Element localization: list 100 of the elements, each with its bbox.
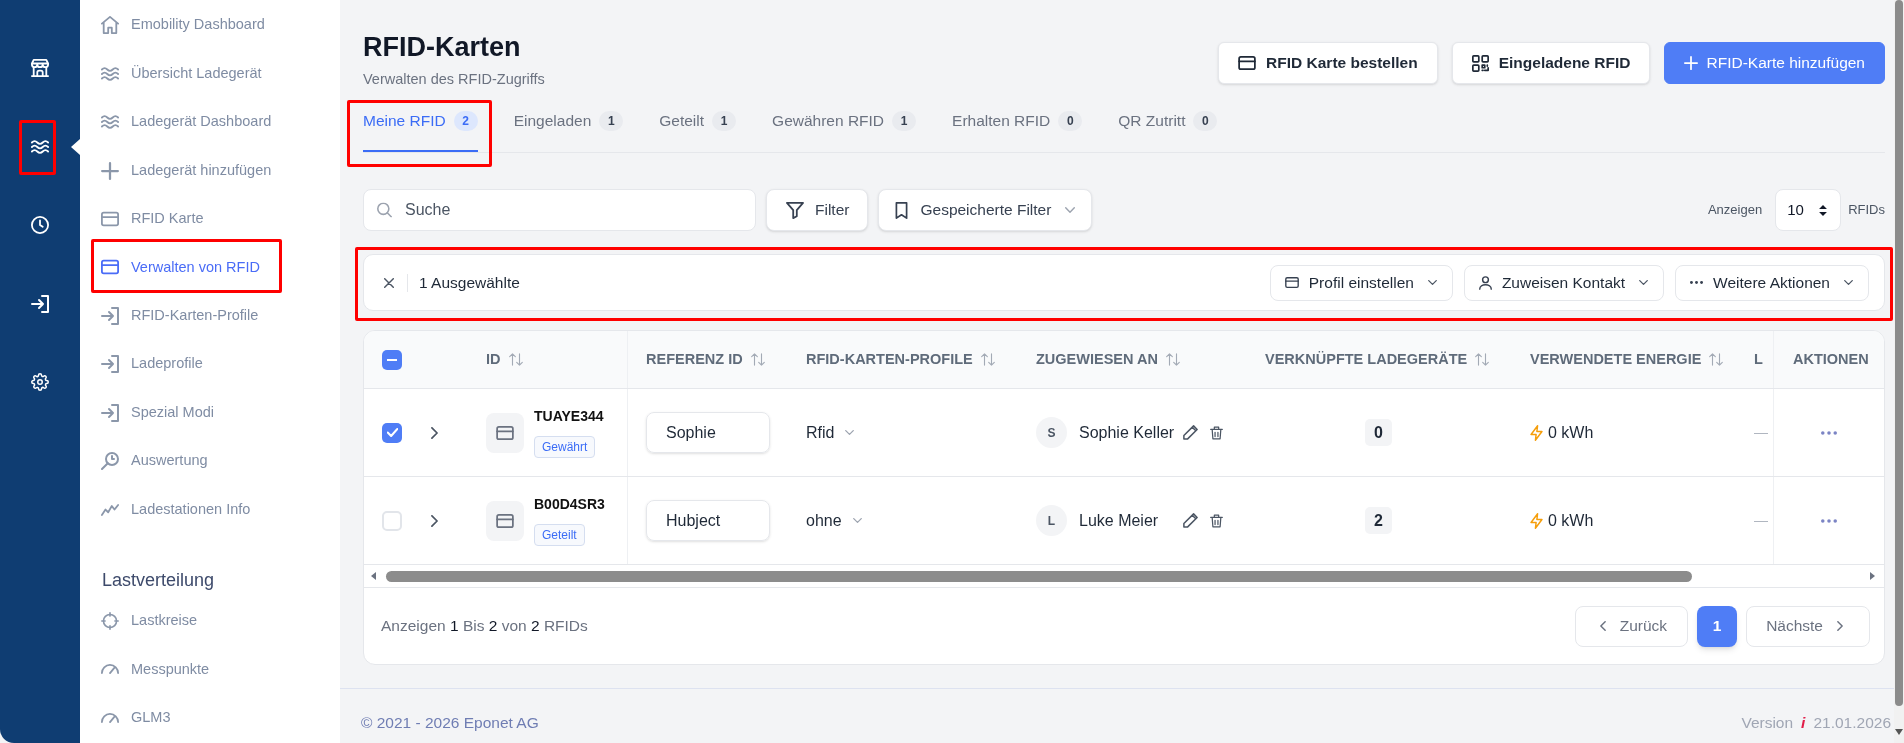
sidebar-item[interactable]: Auswertung — [100, 441, 320, 482]
dropdown-button[interactable]: Weitere Aktionen — [1675, 264, 1869, 301]
card-icon — [1284, 277, 1299, 288]
previous-button[interactable]: Zurück — [1574, 605, 1689, 647]
tab[interactable]: Gewähren RFID 1 — [772, 101, 917, 152]
linked-count: 2 — [1365, 507, 1392, 534]
selection-count: 1 Ausgewählte — [419, 272, 520, 293]
column-header: AKTIONEN — [1793, 349, 1869, 369]
page-size-label: Anzeigen — [1707, 201, 1763, 220]
energy-value: 0 kWh — [1548, 510, 1594, 531]
select-all-checkbox[interactable] — [382, 349, 402, 370]
column-header: ID — [486, 349, 501, 369]
page-scrollbar[interactable] — [1894, 0, 1904, 743]
page-title: RFID-Karten — [363, 31, 522, 64]
chevron-down-icon — [1427, 280, 1437, 285]
dropdown-button[interactable]: Zuweisen Kontakt — [1463, 264, 1665, 301]
scroll-left-icon[interactable] — [371, 572, 376, 580]
filter-button[interactable]: Filter — [766, 189, 869, 231]
enter-icon[interactable] — [31, 294, 49, 313]
enter-icon — [101, 355, 119, 374]
column-header: ZUGEWIESEN AN — [1036, 349, 1158, 369]
page-size-select[interactable]: 10 — [1775, 189, 1842, 231]
dots-icon — [1690, 281, 1704, 284]
profile-dropdown[interactable]: Rfid — [806, 420, 855, 445]
primary-button[interactable]: RFID-Karte hinzufügen — [1664, 42, 1885, 84]
tab[interactable]: Erhalten RFID 0 — [952, 101, 1083, 152]
pencil-icon[interactable] — [1183, 513, 1198, 528]
avatar: S — [1036, 417, 1067, 448]
section-heading: Lastverteilung — [101, 568, 216, 592]
profile-dropdown[interactable]: ohne — [806, 508, 862, 533]
scrollbar-thumb[interactable] — [386, 570, 1692, 582]
clock-icon[interactable] — [31, 216, 49, 235]
outline-button[interactable]: RFID Karte bestellen — [1218, 42, 1438, 84]
pagination-summary: Anzeigen 1 Bis 2 von 2 RFIDs — [381, 616, 588, 637]
column-header: RFID-KARTEN-PROFILE — [806, 349, 973, 369]
sidebar-item[interactable]: Ladegerät Dashboard — [100, 102, 320, 143]
outline-button[interactable]: Eingeladene RFID — [1451, 42, 1651, 84]
row-checkbox[interactable] — [382, 510, 402, 531]
sidebar-item[interactable]: Übersicht Ladegerät — [100, 53, 320, 94]
table-cell-text: — — [1754, 511, 1768, 530]
tab-count: 1 — [892, 110, 917, 131]
chevron-right-icon[interactable] — [431, 514, 438, 527]
reference-field[interactable]: Hubject — [646, 500, 770, 541]
sidebar-item[interactable]: Ladeprofile — [100, 344, 320, 385]
tab-count: 1 — [712, 110, 737, 131]
tab[interactable]: Geteilt 1 — [659, 101, 737, 152]
column-header: REFERENZ ID — [646, 349, 743, 369]
plus-icon — [101, 161, 119, 180]
sidebar-item[interactable]: Verwalten von RFID — [100, 247, 320, 288]
next-button[interactable]: Nächste — [1746, 605, 1870, 647]
avatar: L — [1036, 505, 1067, 536]
bookmark-icon — [895, 201, 909, 219]
sidebar-item[interactable]: Ladegerät hinzufügen — [100, 150, 320, 191]
sidebar-item[interactable]: Emobility Dashboard — [100, 5, 320, 46]
scroll-down-icon[interactable] — [1895, 729, 1903, 735]
tab[interactable]: Eingeladen 1 — [513, 101, 624, 152]
card-icon — [486, 500, 524, 541]
waves-icon — [101, 113, 119, 132]
more-icon[interactable] — [1821, 518, 1837, 523]
dropdown-button[interactable]: Profil einstellen — [1269, 264, 1453, 301]
info-mark: i — [1801, 713, 1806, 733]
table-cell-text: — — [1754, 423, 1768, 442]
close-icon[interactable] — [384, 277, 394, 288]
sidebar-item[interactable]: GLM3 — [100, 697, 320, 738]
card-icon — [101, 258, 119, 277]
tab[interactable]: Meine RFID 2 — [363, 101, 478, 152]
settings-icon[interactable] — [31, 373, 49, 392]
version-date: 21.01.2026 — [1813, 713, 1891, 733]
bolt-icon — [1530, 512, 1543, 529]
bolt-icon — [1530, 424, 1543, 441]
enter-icon — [101, 306, 119, 325]
column-header: VERKNÜPFTE LADEGERÄTE — [1265, 349, 1468, 369]
saved-filters-button[interactable]: Gespeicherte Filter — [878, 189, 1093, 231]
qr-code-icon — [1471, 54, 1489, 72]
sidebar-item[interactable]: RFID-Karten-Profile — [100, 295, 320, 336]
page-button[interactable]: 1 — [1697, 605, 1738, 647]
trash-icon[interactable] — [1210, 425, 1223, 440]
chevron-down-icon — [1844, 280, 1853, 285]
enter-icon — [101, 403, 119, 422]
tab-count: 2 — [453, 110, 478, 131]
row-checkbox[interactable] — [382, 422, 402, 443]
search-field[interactable]: Suche — [363, 189, 756, 231]
trash-icon[interactable] — [1210, 513, 1223, 528]
tab-count: 0 — [1058, 110, 1083, 131]
more-icon[interactable] — [1821, 430, 1837, 435]
page-size-unit: RFIDs — [1848, 201, 1885, 220]
scroll-right-icon[interactable] — [1870, 572, 1875, 580]
sidebar-item[interactable]: Spezial Modi — [100, 392, 320, 433]
waves-icon[interactable] — [31, 137, 49, 156]
sidebar-item[interactable]: Ladestationen Info — [100, 489, 320, 530]
copyright: © 2021 - 2026 Eponet AG — [361, 713, 539, 733]
tab[interactable]: QR Zutritt 0 — [1118, 101, 1218, 152]
store-icon[interactable] — [31, 59, 49, 78]
scrollbar-thumb[interactable] — [1895, 0, 1903, 706]
sidebar-item[interactable]: Messpunkte — [100, 649, 320, 690]
chevron-right-icon[interactable] — [431, 426, 438, 439]
pencil-icon[interactable] — [1183, 425, 1198, 440]
sidebar-item[interactable]: RFID Karte — [100, 198, 320, 239]
sidebar-item[interactable]: Lastkreise — [100, 601, 320, 642]
reference-field[interactable]: Sophie — [646, 412, 770, 453]
